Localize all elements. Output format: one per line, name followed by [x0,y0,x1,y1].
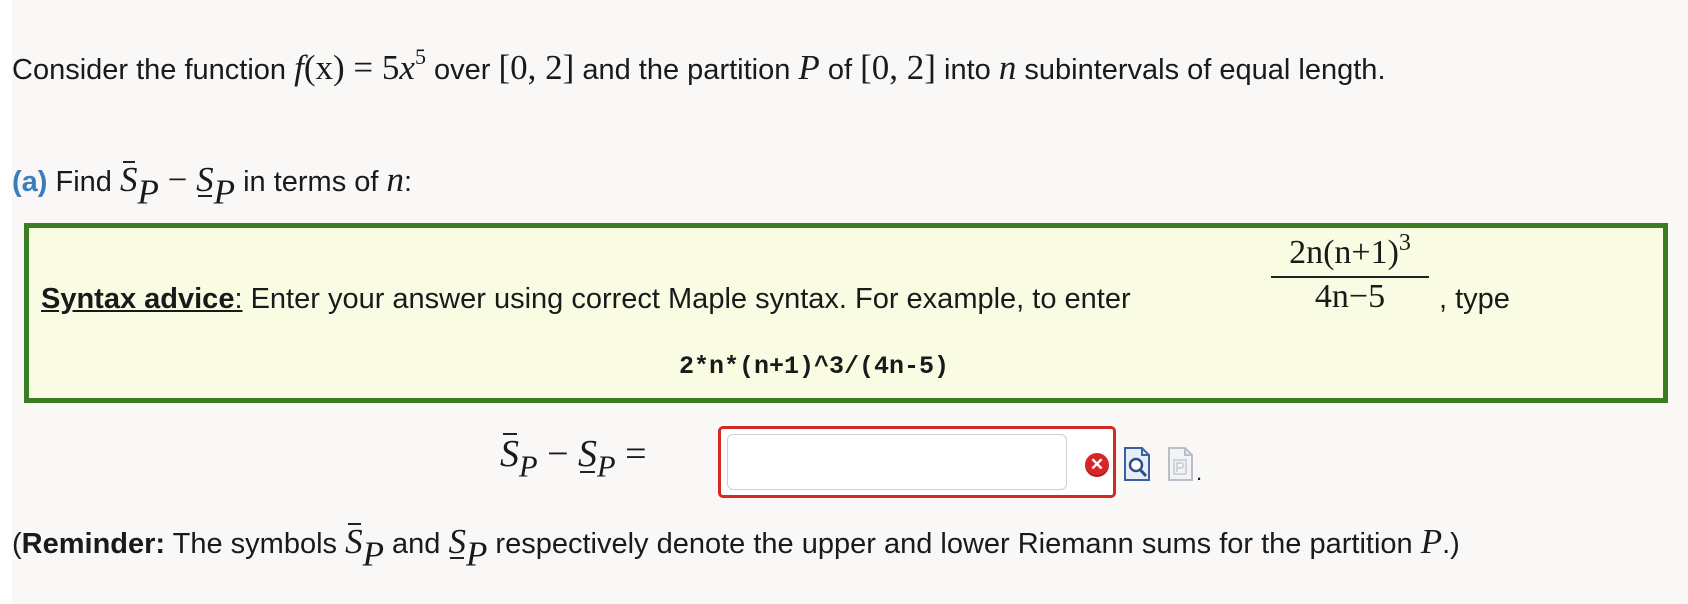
func-var: x [399,48,415,87]
colon: : [404,166,413,198]
lower-sum-symbol: S [196,160,214,199]
fraction-numerator: 2n(n+1)3 [1289,230,1411,271]
n-symbol: n [386,160,405,199]
upper-sum-sub: P [137,172,159,212]
part-a-prompt: (a) Find SP − SP in terms of n: [12,160,412,212]
example-fraction: 2n(n+1)3 4n−5 [1265,230,1435,316]
question-statement: Consider the function f(x) = 5x5 over [0… [12,46,1386,88]
of-text: of [819,54,861,86]
find-text: Find [47,166,120,198]
interval-1: [0, 2] [498,48,575,87]
rest-text: subintervals of equal length. [1016,54,1386,86]
func-name: f [294,48,304,87]
intro-text: Consider the function [12,54,295,86]
equals-sign: = [615,433,647,475]
in-terms-text: in terms of [235,166,387,198]
reminder-text-1: The symbols [165,528,346,560]
lower-sum-sub: P [597,449,616,484]
lower-sum-sub: P [465,534,488,574]
lower-sum-sub: P [213,172,236,212]
example-code: 2*n*(n+1)^3/(4n-5) [679,352,950,381]
answer-field-container: ✕ [718,426,1116,498]
answer-label: SP − SP = [500,432,647,485]
advice-text-row: Syntax advice: Enter your answer using c… [41,283,1131,316]
lower-sum-symbol: S [448,522,466,561]
minus-sign: − [158,160,197,199]
syntax-advice-box: Syntax advice: Enter your answer using c… [24,223,1668,403]
partition-text: and the partition [574,54,799,86]
upper-sum-symbol: S [119,160,138,199]
into-text: into [935,54,999,86]
type-text: , type [1439,283,1510,315]
period: . [1196,460,1203,485]
part-a-label: (a) [12,166,48,198]
advice-heading: Syntax advice [41,283,235,315]
lower-sum-symbol: S [578,433,598,475]
document-p-icon [1168,447,1193,481]
partition-symbol: P [798,48,820,87]
upper-sum-symbol: S [500,433,519,475]
and-text: and [383,528,449,560]
upper-sum-sub: P [362,534,384,574]
func-arg: (x) [303,48,345,87]
reminder-label: Reminder: [21,528,166,560]
upper-sum-symbol: S [345,522,363,561]
reminder-text-2: respectively denote the upper and lower … [487,528,1421,560]
interval-2: [0, 2] [860,48,936,87]
advice-text: Enter your answer using correct Maple sy… [242,283,1131,315]
answer-input[interactable] [727,434,1067,490]
x-circle-icon: ✕ [1085,453,1109,477]
n-symbol: n [998,48,1017,87]
fraction-denominator: 4n−5 [1314,278,1386,315]
upper-sum-sub: P [519,449,538,484]
reminder-note: (Reminder: The symbols SP and SP respect… [12,522,1460,574]
over-text: over [425,54,499,86]
partition-symbol: P [1420,522,1443,561]
func-coeff: = 5 [344,48,400,87]
advice-colon: : [234,283,243,315]
minus-sign: − [537,433,579,475]
preview-icon[interactable] [1122,446,1152,482]
func-exponent: 5 [414,44,426,69]
